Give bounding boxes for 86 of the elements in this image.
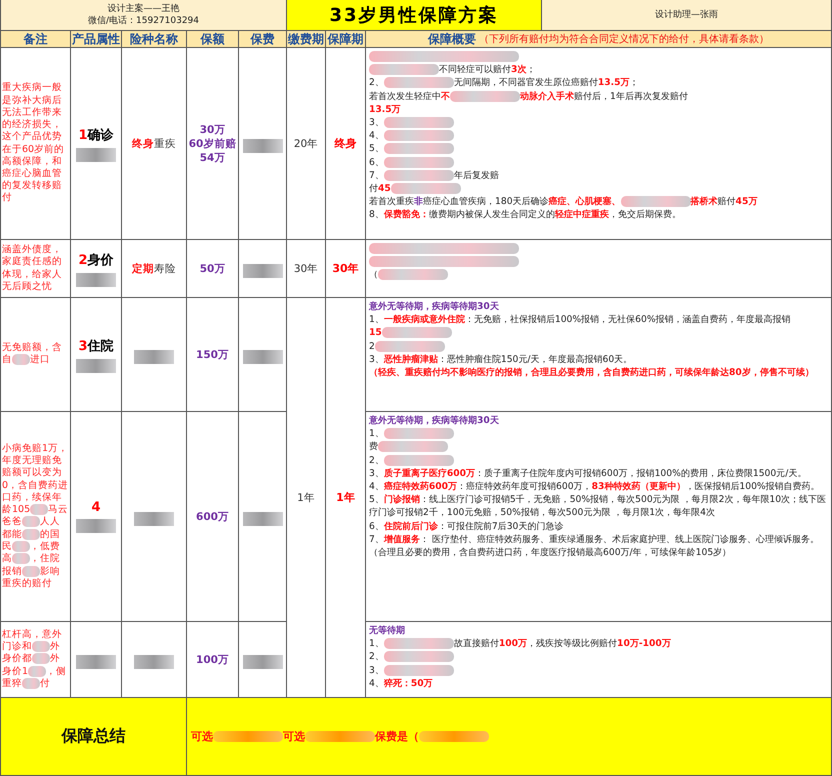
redaction-block — [242, 264, 282, 278]
coverage-amount: 600万 — [196, 510, 229, 524]
coverage-detail: 3、恶性肿瘤津贴：恶性肿瘤住院150元/天，年度最高报销60天。 — [369, 352, 634, 366]
product-type: 3住院 — [78, 338, 114, 354]
redaction-block — [242, 654, 282, 668]
column-header: 保障期 — [328, 31, 364, 47]
payment-period: 1年 — [297, 490, 315, 504]
coverage-term: 30年 — [332, 261, 359, 276]
coverage-detail: 无等待期 — [369, 624, 406, 638]
coverage-detail: 1、一般疾病或意外住院：无免赔，社保报销后100%报销，无社保60%报销，涵盖自费药，年度最高报销 — [369, 313, 792, 326]
coverage-detail: 6、住院前后门诊：可报住院前7后30天的门急诊 — [369, 520, 564, 533]
redaction-block — [134, 350, 174, 364]
redaction-block — [76, 654, 116, 668]
coverage-detail: 付45 — [369, 182, 828, 196]
redaction-block — [76, 519, 116, 533]
coverage-detail: 4、猝死：50万 — [369, 676, 434, 690]
summary-text: 可选 可选 保费是（ — [191, 729, 489, 744]
column-header: 保障概要 — [428, 31, 476, 47]
column-header: 产品属性 — [72, 31, 120, 47]
remark-text: 涵盖外债度，家庭责任感的体现，给家人无后顾之忧 — [2, 244, 63, 293]
redaction-block — [242, 512, 282, 526]
redaction-block — [242, 138, 282, 152]
coverage-detail: 8、保费豁免：缴费期内被保人发生合同定义的轻症中症重疾，免交后期保费。 — [369, 208, 682, 222]
coverage-detail: 1、 — [369, 427, 828, 440]
coverage-detail: 3、 — [369, 664, 828, 677]
coverage-detail: 2 — [369, 340, 828, 353]
coverage-amount: 100万 — [196, 652, 229, 666]
coverage-term: 终身 — [334, 136, 356, 151]
redaction-block — [76, 358, 116, 372]
coverage-detail: 若首次重疾非癌症心血管疾病，180天后确诊癌症、心肌梗塞、 搭桥术赔付45万 — [369, 195, 758, 208]
coverage-amount: 30万 — [200, 122, 226, 136]
remark-text: 小病免赔1万，年度无理赔免赔额可以变为0，含自费药进口药，续保年龄105 马云爸爸 人人都能 的国民 ，低费高 ，住院报销 影响重疾的赔付 — [2, 442, 69, 590]
coverage-detail: 2、 — [369, 454, 828, 467]
column-header: 备注 — [24, 31, 48, 47]
coverage-detail: 1、 故直接赔付100万，残疾按等级比例赔付10万-100万 — [369, 637, 672, 650]
remark-text: 无免赔额，含自 进口 — [2, 342, 63, 367]
remark-text: 杠杆高，意外门诊和 外身价都 外身价1 ，侧重猝 付 — [2, 628, 68, 690]
assistant-info: 设计助理—张雨 — [655, 9, 718, 21]
coverage-detail: 2、 — [369, 650, 828, 664]
coverage-detail: 7、 年后复发赔 — [369, 168, 500, 182]
remark-text: 重大疾病一般是弥补大病后无法工作带来的经济损失，这个产品优势在于60岁前的高额保障，和癌症心脑血管的复发转移赔付 — [2, 82, 66, 205]
coverage-detail: 13.5万 — [369, 102, 402, 116]
column-note: （下列所有赔付均为符合合同定义情况下的给付，具体请看条款） — [479, 32, 769, 46]
redaction-block — [76, 148, 116, 162]
coverage-detail: 4、 — [369, 129, 828, 142]
redaction-block — [242, 350, 282, 364]
coverage-detail: 费 — [369, 440, 828, 454]
redaction-block — [134, 512, 174, 526]
summary-label: 保障总结 — [62, 726, 126, 747]
coverage-detail: 3、 — [369, 116, 828, 130]
coverage-amount: 50万 — [200, 262, 226, 276]
insurance-name: 终身重疾 — [132, 136, 176, 150]
product-type: 4 — [91, 500, 101, 515]
column-header: 险种名称 — [130, 31, 178, 47]
coverage-detail: 5、 — [369, 142, 828, 156]
coverage-detail: 若首次发生轻症中不 动脉介入手术赔付后，1年后再次复发赔付 — [369, 90, 689, 103]
redaction-block — [76, 272, 116, 286]
insurance-name: 定期寿险 — [132, 262, 176, 276]
designer-info: 微信/电话：15927103294 — [88, 15, 200, 27]
product-type: 2身价 — [78, 252, 114, 268]
coverage-detail: 4、癌症特效药600万：癌症特效药年度可报销600万，83种特效药（更新中），医保报销后100%报销自费药。 — [369, 480, 821, 494]
coverage-detail: 3、质子重离子医疗600万：质子重离子住院年度内可报销600万，报销100%的费用，床位费限1500元/天。 — [369, 466, 808, 480]
column-header: 保额 — [200, 31, 224, 47]
coverage-detail: 6、 — [369, 156, 828, 169]
coverage-amount: 54万 — [200, 150, 226, 164]
coverage-detail: 2、 无间隔期，不同器官发生原位癌赔付13.5万； — [369, 76, 640, 90]
sheet-title: 33岁男性保障方案 — [287, 0, 542, 31]
redaction-block — [134, 654, 174, 668]
coverage-detail: （ — [369, 268, 828, 282]
coverage-detail: 意外无等待期，疾病等待期30天 — [369, 414, 500, 428]
designer-info: 设计主案——王艳 — [108, 3, 180, 15]
column-header: 缴费期 — [288, 31, 324, 47]
coverage-amount: 150万 — [196, 348, 229, 362]
payment-period: 30年 — [294, 262, 318, 276]
product-type: 1确诊 — [78, 126, 114, 144]
coverage-detail: 5、门诊报销：线上医疗门诊可报销5千，无免赔，50%报销，每次500元为限 ，每月限2次，每年限10次；线下医疗门诊可报销2千，100元免赔，50%报销，每次500元为限 ，每月限1次，每年限4次 — [369, 493, 828, 520]
coverage-detail: 不同轻症可以赔付3次； — [369, 63, 828, 76]
coverage-detail: （合理且必要的费用，含自费药进口药，年度医疗报销最高600万/年，可续保年龄105岁） — [369, 546, 732, 560]
coverage-detail: 7、增值服务： 医疗垫付、癌症特效药服务、重疾绿通服务、术后家庭护理、线上医院门诊服务、心理倾诉服务。 — [369, 532, 820, 546]
coverage-term: 1年 — [336, 490, 355, 505]
coverage-amount: 60岁前赔 — [188, 136, 236, 150]
coverage-detail: 15 — [369, 326, 828, 340]
coverage-detail: （轻疾、重疾赔付均不影响医疗的报销，合理且必要费用，含自费药进口药，可续保年龄达80岁，停售不可续） — [369, 366, 815, 380]
coverage-detail: 意外无等待期，疾病等待期30天 — [369, 300, 500, 314]
column-header: 保费 — [250, 31, 274, 47]
payment-period: 20年 — [294, 136, 318, 150]
